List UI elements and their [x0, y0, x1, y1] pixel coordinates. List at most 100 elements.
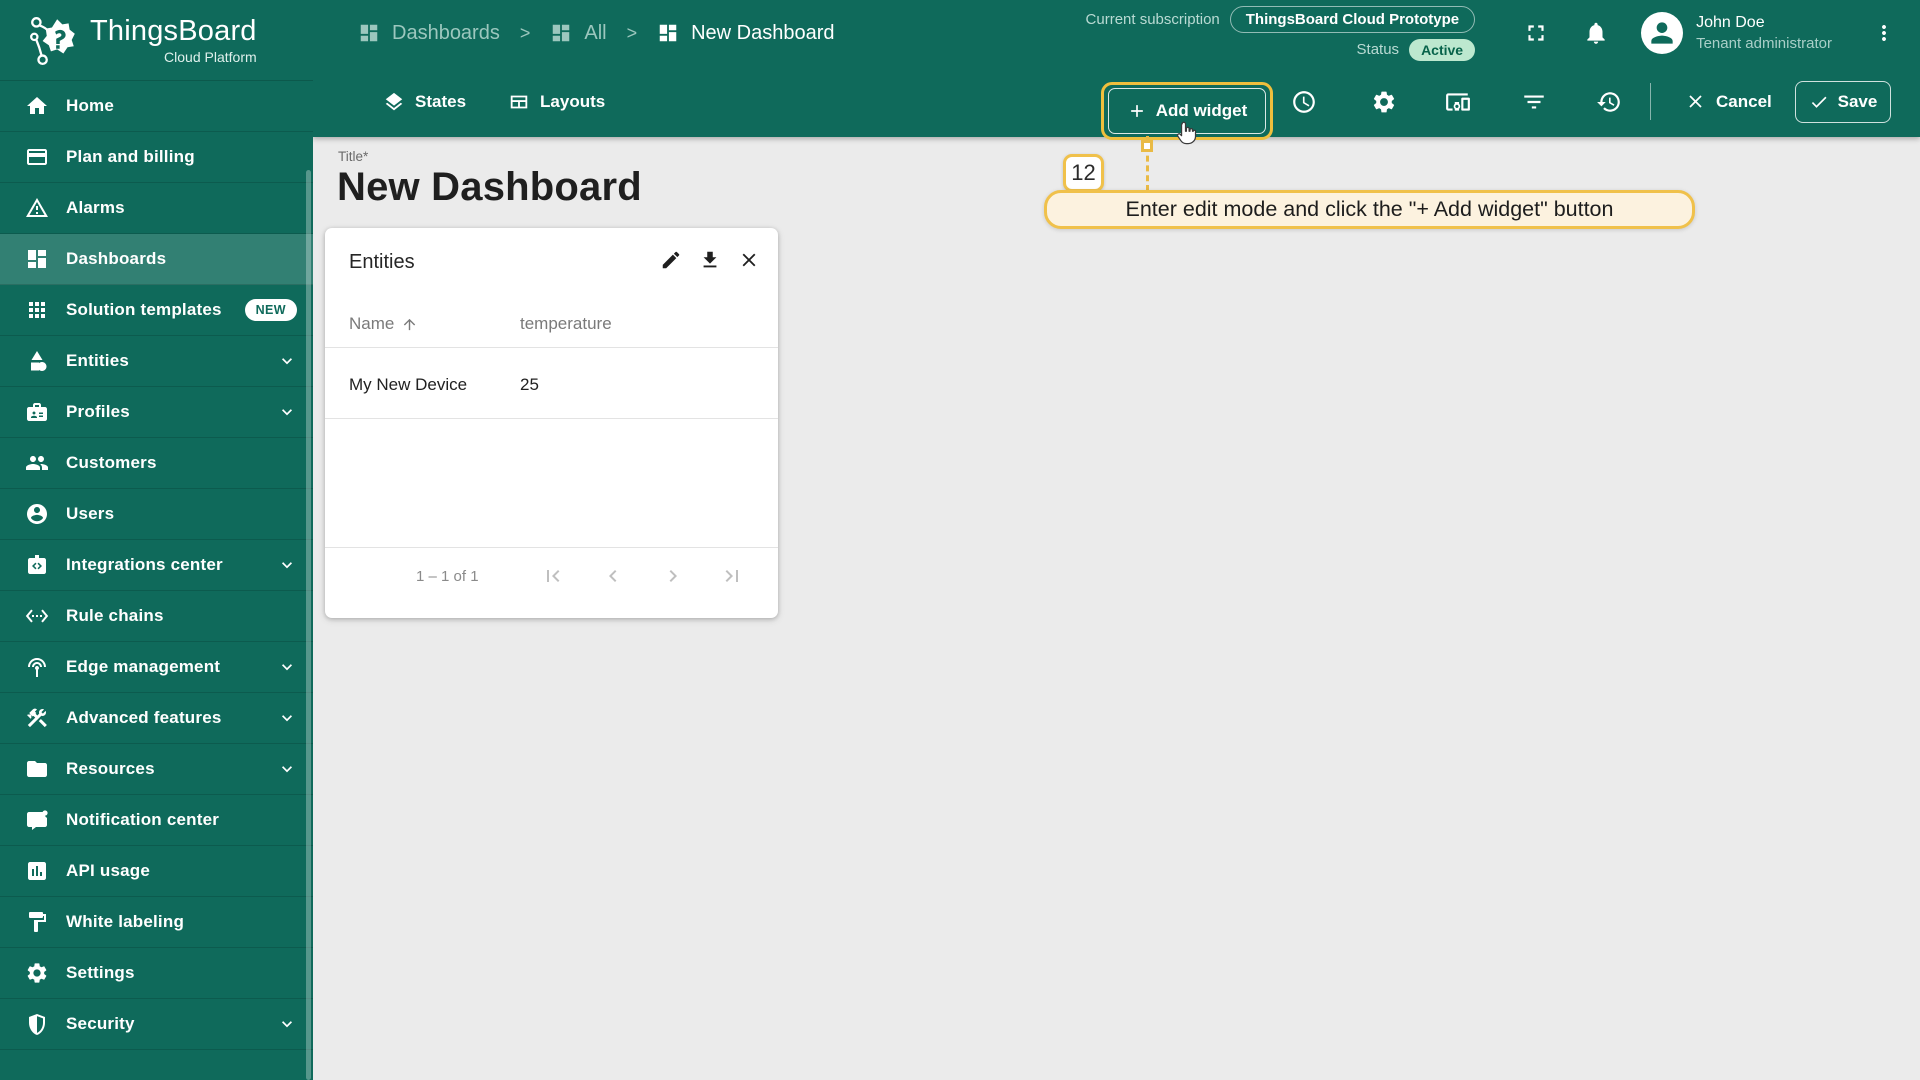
sidebar-item-integrations-center[interactable]: Integrations center	[0, 540, 313, 591]
home-icon	[25, 94, 49, 118]
breadcrumb-new-dashboard[interactable]: New Dashboard	[657, 22, 835, 45]
cell-temperature[interactable]: 25	[520, 375, 539, 395]
check-icon	[1811, 96, 1827, 108]
plus-icon	[1130, 105, 1143, 117]
dashboard-icon	[358, 22, 380, 44]
entities-widget[interactable]: Entities Name temperature My New Device …	[325, 228, 778, 618]
sidebar-item-label: Edge management	[66, 657, 221, 676]
callout-anchor	[1141, 140, 1153, 152]
ethernet-code-icon	[25, 604, 49, 628]
sort-ascending-icon	[404, 318, 416, 330]
cell-entity-name[interactable]: My New Device	[349, 375, 467, 395]
table-divider	[325, 418, 778, 419]
subscription-plan-pill[interactable]: ThingsBoard Cloud Prototype	[1229, 5, 1476, 33]
save-button[interactable]: Save	[1795, 81, 1891, 123]
toolbar-divider	[1650, 83, 1651, 120]
entity-aliases-icon[interactable]	[1445, 66, 1471, 137]
dashboard-canvas: Title* New Dashboard Entities Name tempe…	[313, 137, 1920, 1080]
avatar[interactable]	[1641, 12, 1684, 54]
time-window-icon[interactable]	[1291, 66, 1317, 137]
sidebar-item-label: Entities	[66, 351, 130, 370]
sidebar-item-resources[interactable]: Resources	[0, 744, 313, 795]
column-header-temperature[interactable]: temperature	[520, 314, 612, 334]
breadcrumb-separator: >	[519, 22, 531, 43]
apps-grid-icon	[25, 298, 49, 322]
sidebar-item-label: Dashboards	[66, 249, 167, 268]
topbar: Dashboards > All > New Dashboard Current…	[313, 0, 1920, 140]
category-shapes-icon	[25, 349, 49, 373]
sidebar-item-dashboards[interactable]: Dashboards	[0, 234, 313, 285]
sidebar-item-api-usage[interactable]: API usage	[0, 846, 313, 897]
sidebar-item-alarms[interactable]: Alarms	[0, 183, 313, 234]
sidebar-item-settings[interactable]: Settings	[0, 948, 313, 999]
remove-widget-icon[interactable]	[738, 249, 760, 271]
tab-label: States	[415, 91, 467, 111]
column-label: temperature	[520, 314, 612, 333]
sidebar-item-label: Users	[66, 504, 115, 523]
sidebar-item-users[interactable]: Users	[0, 489, 313, 540]
edit-widget-icon[interactable]	[660, 249, 682, 271]
sidebar-item-label: Plan and billing	[66, 147, 195, 166]
pagination-divider	[325, 547, 778, 548]
first-page-icon[interactable]	[541, 564, 565, 588]
last-page-icon[interactable]	[720, 564, 744, 588]
table-divider	[325, 347, 778, 348]
next-page-icon[interactable]	[661, 564, 685, 588]
kebab-menu-icon[interactable]	[1872, 21, 1896, 45]
breadcrumb-dashboards[interactable]: Dashboards	[358, 22, 500, 45]
status-label: Status	[1356, 41, 1400, 58]
badge-icon	[25, 400, 49, 424]
subscription-label: Current subscription	[1085, 10, 1220, 28]
bar-chart-icon	[25, 859, 49, 883]
toolbar-tabs: States Layouts	[383, 66, 605, 137]
dashboard-settings-icon[interactable]	[1371, 66, 1397, 137]
sidebar-item-plan-and-billing[interactable]: Plan and billing	[0, 132, 313, 183]
dashboard-toolbar: States Layouts Add widget Cancel Save	[313, 66, 1920, 140]
filter-icon[interactable]	[1521, 66, 1547, 137]
column-header-name[interactable]: Name	[349, 314, 418, 334]
breadcrumb-all[interactable]: All	[550, 22, 607, 45]
shield-icon	[25, 1012, 49, 1036]
sidebar-item-edge-management[interactable]: Edge management	[0, 642, 313, 693]
credit-card-icon	[25, 145, 49, 169]
page-title[interactable]: New Dashboard	[337, 165, 642, 210]
notifications-bell-icon[interactable]	[1583, 20, 1609, 46]
sidebar-item-rule-chains[interactable]: Rule chains	[0, 591, 313, 642]
chevron-down-icon	[277, 1014, 297, 1034]
logo-title: ThingsBoard	[90, 15, 257, 47]
user-name: John Doe	[1696, 13, 1765, 31]
chevron-down-icon	[277, 657, 297, 677]
layers-icon	[385, 92, 403, 110]
thingsboard-app: ThingsBoard Cloud Platform Home Plan and…	[0, 0, 1920, 1080]
sidebar-item-white-labeling[interactable]: White labeling	[0, 897, 313, 948]
version-history-icon[interactable]	[1596, 66, 1622, 137]
previous-page-icon[interactable]	[601, 564, 625, 588]
logo-text: ThingsBoard Cloud Platform	[90, 15, 257, 65]
sidebar-item-home[interactable]: Home	[0, 81, 313, 132]
thingsboard-logo-icon	[26, 13, 80, 67]
sidebar-item-label: Customers	[66, 453, 157, 472]
download-widget-icon[interactable]	[699, 249, 721, 271]
sidebar-item-profiles[interactable]: Profiles	[0, 387, 313, 438]
sidebar-item-label: Settings	[66, 963, 135, 982]
tab-states[interactable]: States	[383, 91, 466, 113]
sidebar-scrollbar[interactable]	[306, 170, 311, 1080]
sidebar-item-advanced-features[interactable]: Advanced features	[0, 693, 313, 744]
sidebar-item-customers[interactable]: Customers	[0, 438, 313, 489]
sidebar-item-security[interactable]: Security	[0, 999, 313, 1050]
sidebar: ThingsBoard Cloud Platform Home Plan and…	[0, 0, 313, 1080]
chevron-down-icon	[277, 708, 297, 728]
sidebar-item-solution-templates[interactable]: Solution templates NEW	[0, 285, 313, 336]
sidebar-item-label: Profiles	[66, 402, 130, 421]
tab-layouts[interactable]: Layouts	[508, 91, 605, 113]
sidebar-item-notification-center[interactable]: Notification center	[0, 795, 313, 846]
cancel-button[interactable]: Cancel	[1685, 66, 1772, 137]
chevron-down-icon	[277, 351, 297, 371]
logo[interactable]: ThingsBoard Cloud Platform	[0, 0, 313, 81]
fullscreen-icon[interactable]	[1523, 20, 1549, 46]
dashboard-title-label: Title*	[338, 149, 369, 164]
warning-icon	[25, 196, 49, 220]
breadcrumb-separator: >	[626, 22, 638, 43]
sidebar-item-entities[interactable]: Entities	[0, 336, 313, 387]
chevron-down-icon	[277, 555, 297, 575]
